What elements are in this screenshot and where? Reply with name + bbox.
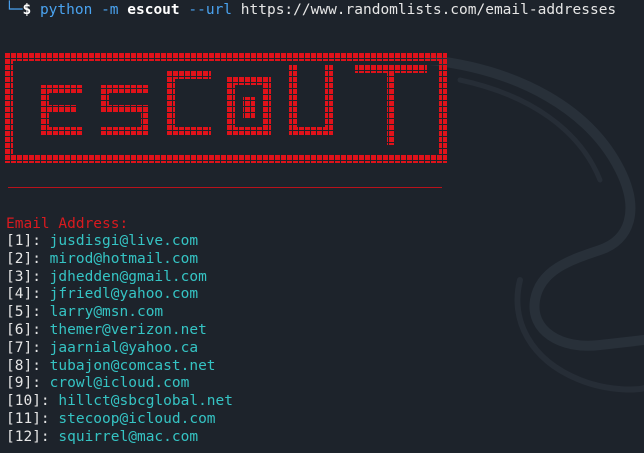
email-address-value: squirrel@mac.com: [58, 428, 199, 445]
email-list-item: [12]: squirrel@mac.com: [6, 429, 233, 447]
email-separator: :: [32, 286, 50, 303]
email-separator: :: [32, 233, 50, 249]
email-separator: :: [32, 339, 50, 356]
email-separator: :: [32, 268, 50, 285]
email-address-value: themer@verizon.net: [49, 321, 207, 338]
email-index: [4]: [6, 286, 33, 303]
email-address-value: jfriedl@yahoo.com: [49, 286, 199, 303]
email-index: [1]: [6, 233, 33, 249]
email-list-item: [9]: crowl@icloud.com: [6, 375, 233, 393]
email-address-value: mirod@hotmail.com: [49, 250, 199, 267]
email-address-value: jaarnial@yahoo.ca: [49, 339, 199, 356]
prompt-symbol: $: [22, 2, 32, 18]
email-index: [10]: [6, 393, 41, 410]
email-list-item: [8]: tubajon@comcast.net: [6, 358, 233, 376]
email-separator: :: [32, 375, 50, 392]
email-address-value: jusdisgi@live.com: [49, 233, 199, 249]
email-list-item: [10]: hillct@sbcglobal.net: [6, 393, 233, 411]
email-separator: :: [40, 393, 59, 410]
escout-ascii-banner: [5, 53, 447, 163]
email-index: [12]: [6, 428, 41, 445]
email-index: [3]: [6, 268, 33, 285]
email-list-item: [11]: stecoop@icloud.com: [6, 411, 233, 429]
terminal-output: └─$ python -m escout --url https://www.r…: [0, 0, 644, 453]
email-separator: :: [32, 357, 50, 374]
email-address-value: tubajon@comcast.net: [49, 357, 216, 374]
email-address-value: hillct@sbcglobal.net: [58, 393, 233, 410]
email-index: [9]: [6, 375, 33, 392]
email-index: [11]: [6, 410, 41, 427]
prompt-tree: └─: [5, 2, 23, 18]
module-name: escout: [127, 2, 180, 18]
email-results-list: [1]: jusdisgi@live.com [2]: mirod@hotmail…: [6, 233, 233, 447]
email-address-value: stecoop@icloud.com: [58, 410, 216, 427]
email-index: [2]: [6, 250, 33, 267]
command-prompt-line: └─$ python -m escout --url https://www.r…: [5, 2, 616, 20]
email-index: [8]: [6, 357, 33, 374]
email-list-item: [2]: mirod@hotmail.com: [6, 251, 233, 269]
email-index: [5]: [6, 304, 33, 321]
url-argument: https://www.randomlists.com/email-addres…: [240, 2, 617, 18]
email-address-value: crowl@icloud.com: [49, 375, 190, 392]
email-address-value: jdhedden@gmail.com: [49, 268, 207, 285]
email-index: [7]: [6, 339, 33, 356]
email-list-item: [5]: larry@msn.com: [6, 304, 233, 322]
email-separator: :: [40, 428, 59, 445]
module-flag: -m: [101, 2, 119, 18]
email-separator: :: [40, 410, 59, 427]
divider: [8, 187, 442, 188]
email-separator: :: [32, 304, 50, 321]
email-address-value: larry@msn.com: [49, 304, 164, 321]
email-list-item: [7]: jaarnial@yahoo.ca: [6, 340, 233, 358]
email-list-item: [6]: themer@verizon.net: [6, 322, 233, 340]
email-list-item: [1]: jusdisgi@live.com: [6, 233, 233, 251]
email-index: [6]: [6, 321, 33, 338]
command-name: python: [39, 2, 93, 18]
email-separator: :: [32, 321, 50, 338]
email-separator: :: [32, 250, 50, 267]
email-list-item: [3]: jdhedden@gmail.com: [6, 269, 233, 287]
email-list-item: [4]: jfriedl@yahoo.com: [6, 286, 233, 304]
url-flag: --url: [188, 2, 233, 18]
email-address-heading: Email Address:: [6, 216, 129, 232]
